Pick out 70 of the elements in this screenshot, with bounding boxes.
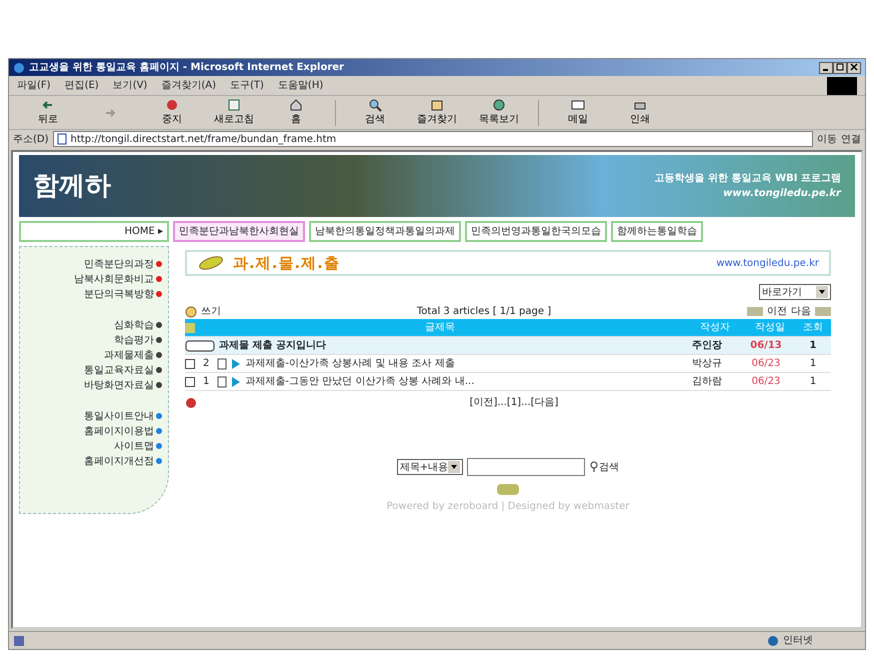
search-scope-select[interactable]: 제목+내용 — [396, 459, 464, 475]
sidebar-link[interactable]: 학습평가 — [114, 335, 154, 346]
menu-item[interactable]: 파일(F) — [17, 78, 51, 93]
banner-url: www.tongiledu.pe.kr — [722, 187, 841, 201]
toolbar-button[interactable]: 인쇄 — [609, 98, 671, 127]
menu-item[interactable]: 보기(V) — [112, 78, 148, 93]
nav-tab[interactable]: 민족분단과남북한사회현실 — [173, 221, 305, 242]
column-header: 작성일 — [754, 321, 786, 335]
sidebar-link[interactable]: 통일교육자료실 — [84, 365, 154, 376]
menu-item[interactable]: 즐겨찾기(A) — [161, 78, 216, 93]
post-title[interactable]: 과제제출-이산가족 상봉사례 및 내용 조사 제출 — [245, 356, 673, 371]
column-header: 글제목 — [424, 321, 456, 335]
nav-tab[interactable]: 민족의번영과통일한국의모습 — [465, 221, 607, 242]
author-name: 박상규 — [691, 357, 723, 371]
post-title[interactable]: 과제물 제출 공지입니다 — [219, 338, 673, 353]
toolbar-button[interactable]: 검색 — [344, 98, 406, 127]
banner-slogan: 고등학생을 위한 통일교육 WBI 프로그램 — [654, 172, 841, 186]
sidebar-link[interactable]: 과제물제출 — [104, 350, 154, 361]
write-link[interactable]: 쓰기 — [185, 304, 221, 319]
board-url[interactable]: www.tongiledu.pe.kr — [716, 256, 819, 270]
window-title: 고교생을 위한 통일교육 홈페이지 - Microsoft Internet Explorer — [29, 61, 345, 75]
post-number: 2 — [202, 357, 210, 371]
sidebar-link[interactable]: 분단의극복방향 — [84, 289, 154, 300]
nav-tab[interactable]: 남북한의통일정책과통일의과제 — [309, 221, 461, 242]
column-header: 조회 — [802, 321, 824, 335]
author-name: 주인장 — [691, 339, 723, 353]
toolbar-button[interactable]: 홈 — [265, 98, 327, 127]
search-button[interactable]: 검색 — [589, 460, 620, 474]
menu-item[interactable]: 도움말(H) — [278, 78, 324, 93]
author-name: 김하람 — [691, 375, 723, 389]
sidebar-link[interactable]: 사이트맵 — [114, 441, 154, 452]
address-label: 주소(D) — [13, 132, 49, 146]
sidebar-link[interactable]: 통일사이트안내 — [84, 411, 154, 422]
sidebar-link[interactable]: 심화학습 — [114, 320, 154, 331]
toolbar-button[interactable]: 메일 — [547, 98, 609, 127]
board-title: 과.제.물.제.출 — [233, 252, 341, 274]
column-header: 작성자 — [699, 321, 731, 335]
post-number: 1 — [202, 375, 210, 389]
sidebar-link[interactable]: 바탕화면자료실 — [84, 380, 154, 391]
post-date: 06/23 — [750, 357, 782, 371]
view-count: 1 — [808, 375, 818, 389]
post-date: 06/13 — [749, 339, 783, 353]
nav-tab[interactable]: HOME ▸ — [19, 221, 169, 242]
address-field[interactable]: http://tongil.directstart.net/frame/bundan_frame.htm — [52, 131, 813, 147]
view-count: 1 — [808, 357, 818, 371]
sidebar-link[interactable]: 민족분단의과정 — [84, 259, 154, 270]
sidebar-link[interactable]: 남북사회문화비교 — [74, 274, 154, 285]
toolbar-button[interactable]: 중지 — [141, 98, 203, 127]
post-title[interactable]: 과제제출-그동안 만났던 이산가족 상봉 사례와 내... — [245, 374, 673, 389]
jump-select[interactable]: 바로가기 — [759, 284, 831, 300]
toolbar-button[interactable]: 즐겨찾기 — [406, 98, 468, 127]
article-count: Total 3 articles [ 1/1 page ] — [416, 305, 552, 319]
links-button[interactable]: 연결 — [841, 132, 861, 146]
pagination[interactable]: [이전]...[1]...[다음] — [197, 395, 831, 410]
toolbar-button[interactable]: 새로고침 — [203, 98, 265, 127]
previous-link[interactable]: 이전 — [747, 304, 787, 319]
go-button[interactable]: 이동 — [817, 132, 837, 146]
menu-item[interactable]: 도구(T) — [230, 78, 264, 93]
sidebar-link[interactable]: 홈페이지이용법 — [84, 426, 154, 437]
toolbar-button[interactable]: 목록보기 — [468, 98, 530, 127]
menu-item[interactable]: 편집(E) — [64, 78, 99, 93]
status-zone: 인터넷 — [783, 634, 813, 648]
sidebar-link[interactable]: 홈페이지개선점 — [84, 456, 154, 467]
nav-tab[interactable]: 함께하는통일학습 — [611, 221, 703, 242]
next-link[interactable]: 다음 — [791, 304, 831, 319]
post-date: 06/23 — [750, 375, 782, 389]
toolbar-button[interactable]: 뒤로 — [17, 98, 79, 127]
site-logo[interactable]: 함께하 — [33, 166, 111, 206]
view-count: 1 — [808, 339, 818, 353]
footer-credit: Powered by zeroboard | Designed by webmaster — [386, 500, 630, 514]
